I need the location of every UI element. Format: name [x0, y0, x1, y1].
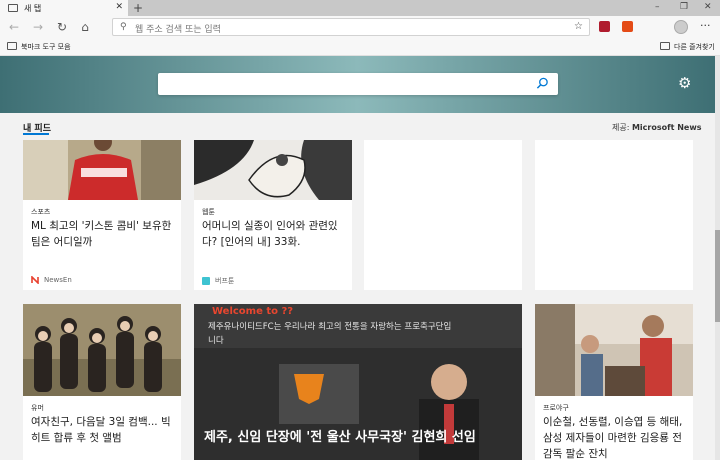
gathering-photo — [535, 304, 693, 396]
welcome-sign: Welcome to ?? — [212, 306, 294, 317]
featured-news-card[interactable]: Welcome to ?? 제주유나이티드FC는 우리나라 최고의 전통을 자랑… — [194, 304, 522, 460]
webtoon-image — [194, 140, 352, 200]
card-title[interactable]: 여자친구, 다음달 3일 컴백... 빅히트 합류 후 첫 앨범 — [31, 414, 173, 446]
card-title[interactable]: ML 최고의 '키스톤 콤비' 보유한 팀은 어디일까 — [31, 218, 173, 250]
card-title[interactable]: 제주, 신임 단장에 '전 울산 사무국장' 김현희 선임 — [204, 426, 514, 450]
card-source: NewsEn — [31, 276, 72, 284]
card-category: 프로야구 — [543, 404, 569, 412]
card-title[interactable]: 이순철, 선동렬, 이승엽 등 해태, 삼성 제자들이 마련한 김응룡 전 감독… — [543, 414, 685, 460]
search-icon[interactable] — [536, 76, 549, 90]
web-search-input[interactable] — [158, 73, 558, 95]
card-category: 스포츠 — [31, 208, 51, 216]
forward-button[interactable]: → — [30, 19, 46, 35]
tab-active-indicator — [23, 133, 49, 135]
back-button[interactable]: ← — [6, 19, 22, 35]
close-tab-button[interactable]: ✕ — [115, 2, 123, 12]
card-source-name: NewsEn — [44, 276, 72, 284]
close-window-button[interactable]: ✕ — [704, 1, 712, 13]
card-category: 웹툰 — [202, 208, 215, 216]
favorite-star-icon[interactable]: ☆ — [574, 21, 583, 32]
page-scrollbar-thumb[interactable] — [715, 230, 720, 322]
provider-name[interactable]: Microsoft News — [632, 123, 702, 132]
extension-shield-icon[interactable] — [599, 21, 610, 32]
navigation-toolbar: ← → ↻ ⌂ ⚲ 웹 주소 검색 또는 입력 ☆ ··· — [0, 16, 720, 38]
address-bar[interactable]: ⚲ 웹 주소 검색 또는 입력 ☆ — [112, 18, 590, 36]
provider-label: 제공: — [612, 123, 630, 132]
news-card[interactable]: 유머 여자친구, 다음달 3일 컴백... 빅히트 합류 후 첫 앨범 — [23, 304, 181, 460]
new-tab-button[interactable]: + — [133, 1, 143, 15]
home-button[interactable]: ⌂ — [77, 19, 93, 35]
girl-group-photo — [23, 304, 181, 396]
office-extension-icon[interactable] — [622, 21, 633, 32]
favorites-bar: 북마크 도구 모음 다른 즐겨찾기 — [0, 38, 720, 56]
new-tab-page-icon — [8, 4, 18, 12]
tab-title: 새 탭 — [24, 3, 42, 13]
refresh-button[interactable]: ↻ — [54, 19, 70, 35]
more-menu-button[interactable]: ··· — [700, 19, 711, 32]
newsen-logo-icon — [31, 276, 39, 284]
bufftoon-logo-icon — [202, 277, 210, 285]
card-category: 유머 — [31, 404, 44, 412]
settings-gear-icon[interactable]: ⚙ — [678, 76, 691, 91]
image-caption: 제주유나이티드FC는 우리나라 최고의 전통을 자랑하는 프로축구단입니다 — [208, 322, 452, 346]
new-tab-hero: ⚙ — [0, 56, 715, 113]
profile-avatar[interactable] — [674, 20, 688, 34]
news-card-placeholder — [364, 140, 522, 290]
tab-new-tab[interactable]: 새 탭 ✕ — [0, 0, 128, 16]
news-card[interactable]: 스포츠 ML 최고의 '키스톤 콤비' 보유한 팀은 어디일까 NewsEn — [23, 140, 181, 290]
minimize-button[interactable]: – — [655, 1, 660, 13]
card-title[interactable]: 어머니의 실종이 인어와 관련있다? [인어의 내] 33화. — [202, 218, 344, 250]
card-source: 버프툰 — [202, 276, 234, 286]
news-card-placeholder — [535, 140, 693, 290]
folder-icon — [660, 42, 670, 50]
news-card[interactable]: 프로야구 이순철, 선동렬, 이승엽 등 해태, 삼성 제자들이 마련한 김응룡… — [535, 304, 693, 460]
restore-button[interactable]: ❐ — [680, 1, 688, 13]
news-card[interactable]: 웹툰 어머니의 실종이 인어와 관련있다? [인어의 내] 33화. 버프툰 — [194, 140, 352, 290]
folder-icon — [7, 42, 17, 50]
news-provider: 제공: Microsoft News — [612, 122, 701, 133]
address-placeholder: 웹 주소 검색 또는 입력 — [135, 25, 221, 35]
baseball-player-image — [23, 140, 181, 200]
tab-strip: 새 탭 ✕ + – ❐ ✕ — [0, 0, 720, 16]
favorites-folder-bookmarks[interactable]: 북마크 도구 모음 — [21, 42, 71, 52]
favorites-folder-other[interactable]: 다른 즐겨찾기 — [674, 42, 715, 52]
search-icon: ⚲ — [120, 22, 127, 32]
card-source-name: 버프툰 — [215, 277, 235, 285]
